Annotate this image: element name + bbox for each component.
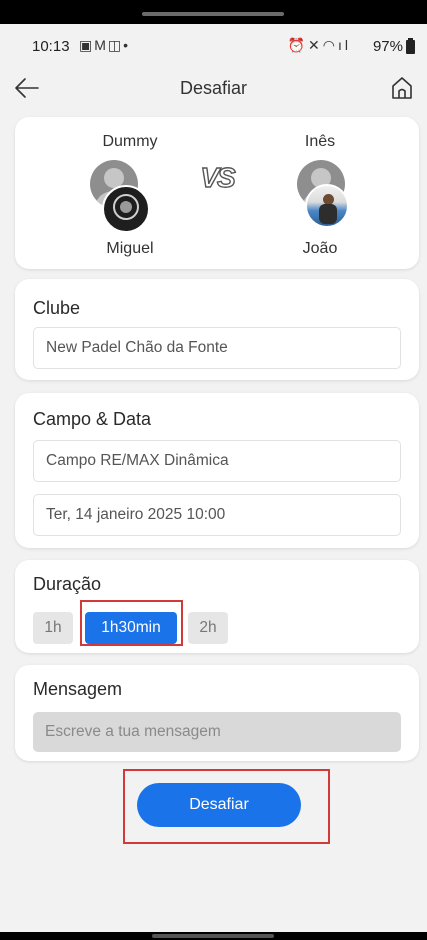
battery-icon: [406, 38, 415, 54]
duration-label: Duração: [33, 574, 102, 594]
battery-percent: 97%: [372, 38, 403, 55]
photo-person-body: [319, 204, 337, 224]
avatar-joao: [305, 184, 349, 228]
club-field[interactable]: New Padel Chão da Fonte: [33, 327, 401, 369]
vs-label: VS: [200, 161, 237, 193]
gallery-icon: ▣: [79, 37, 95, 53]
notification-icon: ◫: [107, 37, 124, 53]
desafiar-button[interactable]: Desafiar: [137, 783, 301, 827]
status-notification-icons: ▣M◫•: [79, 37, 130, 54]
club-label: Clube: [33, 298, 81, 318]
status-time: 10:13: [32, 38, 70, 55]
player-top-left: Dummy: [102, 133, 158, 150]
home-button[interactable]: [385, 72, 419, 104]
court-date-card: Campo & Data Campo RE/MAX Dinâmica Ter, …: [15, 393, 419, 548]
club-logo-icon: [113, 194, 139, 220]
player-bottom-left: Miguel: [106, 240, 154, 257]
avatar-miguel: [102, 185, 150, 233]
wifi-icon: ◠: [322, 37, 338, 53]
gmail-icon: M: [94, 37, 108, 53]
status-bar: 10:13 ▣M◫• ⏰✕◠ıl 97%: [0, 24, 427, 64]
duration-option-1h[interactable]: 1h: [33, 612, 73, 644]
bottom-nav-strip: [0, 932, 427, 940]
datetime-field[interactable]: Ter, 14 janeiro 2025 10:00: [33, 494, 401, 536]
club-card: Clube New Padel Chão da Fonte: [15, 279, 419, 380]
signal-icon: ıl: [338, 37, 351, 53]
match-card: Dummy Miguel VS Inês João: [15, 117, 419, 269]
app-header: Desafiar: [0, 64, 427, 114]
court-field[interactable]: Campo RE/MAX Dinâmica: [33, 440, 401, 482]
alarm-icon: ⏰: [287, 37, 309, 53]
nav-handle[interactable]: [152, 934, 274, 938]
message-label: Mensagem: [33, 679, 123, 699]
camera-notch-strip: [0, 0, 427, 24]
duration-option-2h[interactable]: 2h: [188, 612, 228, 644]
home-icon: [392, 77, 412, 99]
message-input[interactable]: [33, 712, 401, 752]
status-system-icons: ⏰✕◠ıl: [288, 37, 351, 54]
court-date-label: Campo & Data: [33, 409, 152, 429]
duration-card: Duração 1h 1h30min 2h: [15, 560, 419, 653]
dot-icon: •: [123, 37, 131, 53]
player-top-right: Inês: [304, 133, 336, 150]
top-handle: [142, 12, 284, 16]
message-card: Mensagem: [15, 665, 419, 761]
mute-icon: ✕: [308, 37, 323, 53]
page-title: Desafiar: [179, 78, 248, 98]
player-bottom-right: João: [302, 240, 338, 257]
duration-option-1h30min[interactable]: 1h30min: [85, 612, 177, 644]
